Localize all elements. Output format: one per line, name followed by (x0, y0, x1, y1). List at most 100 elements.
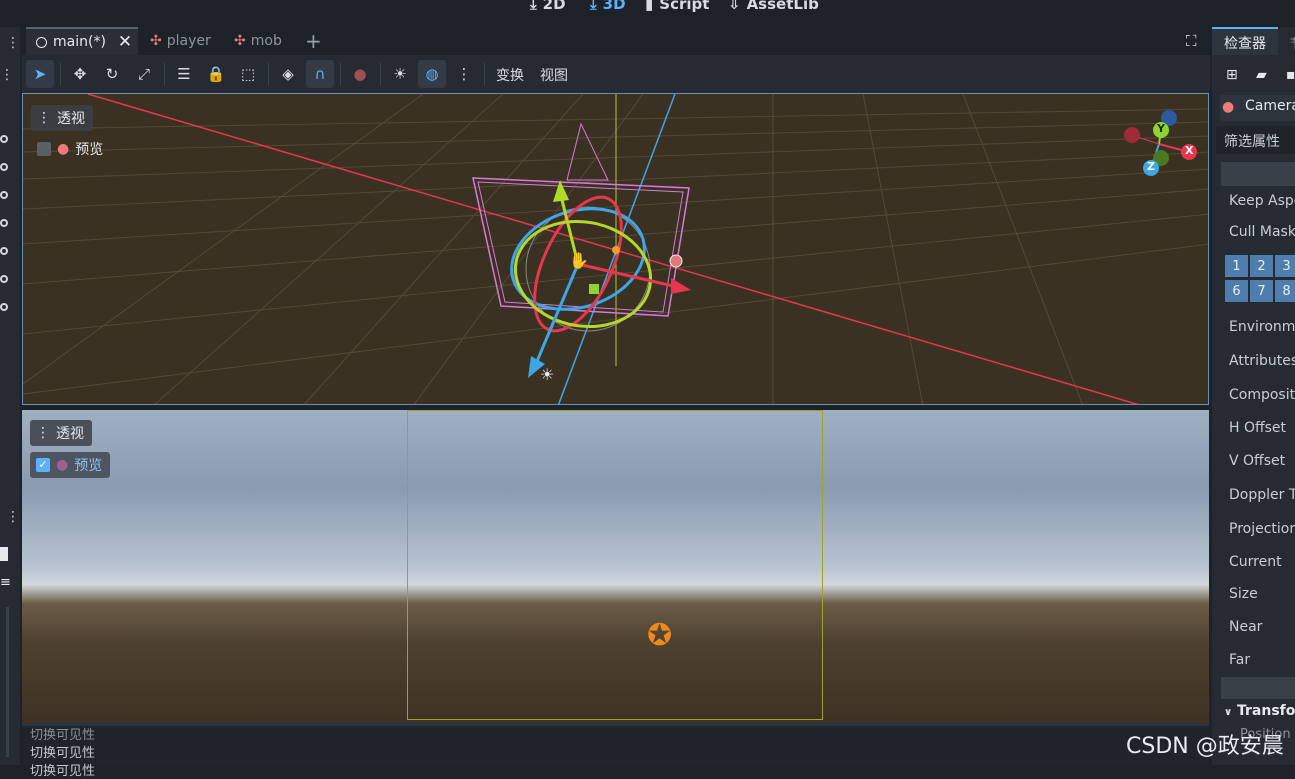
orientation-gizmo[interactable] (1117, 106, 1207, 178)
prop-compositor[interactable]: Composito (1229, 387, 1295, 403)
cull-mask-bit[interactable]: 2 (1250, 255, 1273, 277)
perspective-menu-button[interactable]: ⋮ 透视 (30, 420, 92, 446)
preview-toggle[interactable]: ● 预览 (31, 136, 111, 162)
visibility-eye-icon[interactable] (0, 219, 8, 227)
open-folder-icon[interactable]: ▰ (1256, 67, 1267, 83)
prop-keep-aspect[interactable]: Keep Aspe (1229, 193, 1295, 209)
group-icon[interactable]: ⬚ (234, 60, 262, 88)
tab-node[interactable]: 节 (1290, 33, 1295, 52)
add-tab-icon[interactable]: + (305, 27, 322, 55)
workspace-bar: ⤓ 2D ⤓ 3D ▮ Script ⇩ AssetLib (0, 0, 1295, 27)
prop-environment[interactable]: Environme (1229, 319, 1295, 335)
select-tool-icon[interactable]: ➤ (26, 60, 54, 88)
workspace-assetlib-button[interactable]: ⇩ AssetLib (728, 0, 819, 13)
x-axis-label: X (1185, 144, 1194, 157)
tab-main[interactable]: main(*) ✕ (26, 27, 138, 55)
prop-size[interactable]: Size (1229, 586, 1258, 602)
list-select-icon[interactable]: ☰ (170, 60, 198, 88)
list-icon[interactable]: ≡ (0, 575, 11, 590)
log-line: 切换可见性 (30, 764, 96, 779)
visibility-eye-icon[interactable] (0, 247, 8, 255)
scene-icon: ✣ (150, 33, 162, 49)
prop-h-offset[interactable]: H Offset (1229, 420, 1286, 436)
scale-tool-icon[interactable]: ⤢ (130, 60, 158, 88)
cull-mask-bit[interactable]: 6 (1225, 280, 1248, 302)
workspace-3d-button[interactable]: ⤓ 3D (590, 0, 626, 13)
dock-menu-icon[interactable]: ⋮ (0, 67, 14, 83)
viewport-bottom[interactable]: ✪ ⋮ 透视 ✓ ● 预览 (22, 410, 1209, 722)
visibility-eye-icon[interactable] (0, 303, 8, 311)
dock-menu-icon[interactable]: ⋮ (6, 35, 20, 51)
inspector-panel: 检查器 节 ⊞ ▰ ▪ ● Camera 筛选属性 Keep Aspe Cull… (1212, 27, 1295, 765)
section-divider (1221, 677, 1295, 699)
globe-icon[interactable]: ◍ (418, 60, 446, 88)
prop-cull-mask[interactable]: Cull Mask (1229, 224, 1295, 240)
tab-inspector[interactable]: 检查器 (1212, 27, 1278, 55)
output-panel: 切换可见性 切换可见性 切换可见性 (22, 722, 1209, 779)
player-sprite: ✪ (647, 618, 673, 653)
transform-menu[interactable]: 变换 (496, 65, 524, 85)
rotate-tool-icon[interactable]: ↻ (98, 60, 126, 88)
camera-preview-icon[interactable]: ● (346, 60, 374, 88)
visibility-eye-icon[interactable] (0, 275, 8, 283)
preview-checkbox[interactable] (37, 142, 51, 156)
section-transform[interactable]: ∨ Transfor (1224, 703, 1295, 719)
prop-doppler-tracking[interactable]: Doppler Tr (1229, 487, 1295, 503)
z-axis-label: Z (1147, 160, 1155, 173)
preview-toggle[interactable]: ✓ ● 预览 (30, 452, 111, 478)
svg-text:✋: ✋ (569, 251, 589, 270)
log-line: 切换可见性 (30, 746, 96, 761)
node-selector[interactable]: ● Camera (1220, 95, 1295, 121)
visibility-eye-icon[interactable] (0, 191, 8, 199)
log-line: 切换可见性 (30, 728, 96, 743)
save-icon[interactable]: ▪ (1286, 67, 1295, 83)
cull-mask-bit[interactable]: 1 (1225, 255, 1248, 277)
new-resource-icon[interactable]: ⊞ (1226, 67, 1238, 83)
camera-icon: ● (1222, 99, 1235, 115)
scene-tab-bar: main(*) ✕ ✣ player ✣ mob + ⛶ (22, 27, 1210, 55)
dock-menu-icon[interactable]: ⋮ (6, 509, 20, 525)
visibility-eye-icon[interactable] (0, 163, 8, 171)
visibility-eye-icon[interactable] (0, 135, 8, 143)
y-axis-label: Y (1157, 122, 1165, 135)
preview-checkbox-checked[interactable]: ✓ (36, 458, 50, 472)
tab-player[interactable]: ✣ player (150, 27, 211, 55)
toolbar-separator (380, 63, 381, 85)
file-icon[interactable] (0, 547, 8, 561)
tab-mob[interactable]: ✣ mob (234, 27, 282, 55)
close-icon[interactable]: ✕ (118, 32, 132, 52)
viewport-toolbar: ➤ ✥ ↻ ⤢ ☰ 🔒 ⬚ ◈ ∩ ● ☀ ◍ ⋮ 变换 视图 (22, 55, 1210, 93)
move-tool-icon[interactable]: ✥ (66, 60, 94, 88)
camera-icon: ● (57, 141, 70, 157)
svg-text:☀: ☀ (540, 365, 554, 384)
toolbar-separator (268, 63, 269, 85)
local-space-icon[interactable]: ◈ (274, 60, 302, 88)
dock-scrollbar[interactable] (6, 607, 9, 757)
workspace-2d-button[interactable]: ⤓ 2D (530, 0, 566, 13)
perspective-menu-button[interactable]: ⋮ 透视 (31, 105, 93, 131)
cull-mask-bit[interactable]: 7 (1250, 280, 1273, 302)
fullscreen-icon[interactable]: ⛶ (1186, 27, 1197, 55)
assetlib-icon: ⇩ (728, 0, 741, 13)
scene-icon: ✣ (234, 33, 246, 49)
prop-current[interactable]: Current (1229, 554, 1282, 570)
cull-mask-bit[interactable]: 8 (1275, 280, 1295, 302)
camera-icon: ● (56, 457, 69, 473)
cull-mask-bit[interactable]: 3 (1275, 255, 1295, 277)
filter-properties-input[interactable]: 筛选属性 (1216, 126, 1295, 154)
workspace-script-button[interactable]: ▮ Script (645, 0, 709, 13)
resource-field[interactable] (1221, 162, 1295, 186)
sun-icon[interactable]: ☀ (386, 60, 414, 88)
prop-v-offset[interactable]: V Offset (1229, 453, 1285, 469)
left-dock: ⋮ ⋮ ⋮ ≡ (0, 27, 20, 765)
prop-attributes[interactable]: Attributes (1229, 353, 1295, 369)
prop-near[interactable]: Near (1229, 619, 1262, 635)
prop-projection[interactable]: Projection (1229, 521, 1295, 537)
snap-icon[interactable]: ∩ (306, 60, 334, 88)
more-options-icon[interactable]: ⋮ (450, 60, 478, 88)
prop-far[interactable]: Far (1229, 652, 1250, 668)
camera-frustum (472, 177, 690, 317)
lock-icon[interactable]: 🔒 (202, 60, 230, 88)
view-menu[interactable]: 视图 (540, 65, 568, 85)
viewport-top[interactable]: ☀ ✋ X Y Z ⋮ 透视 ● 预览 (22, 93, 1209, 405)
